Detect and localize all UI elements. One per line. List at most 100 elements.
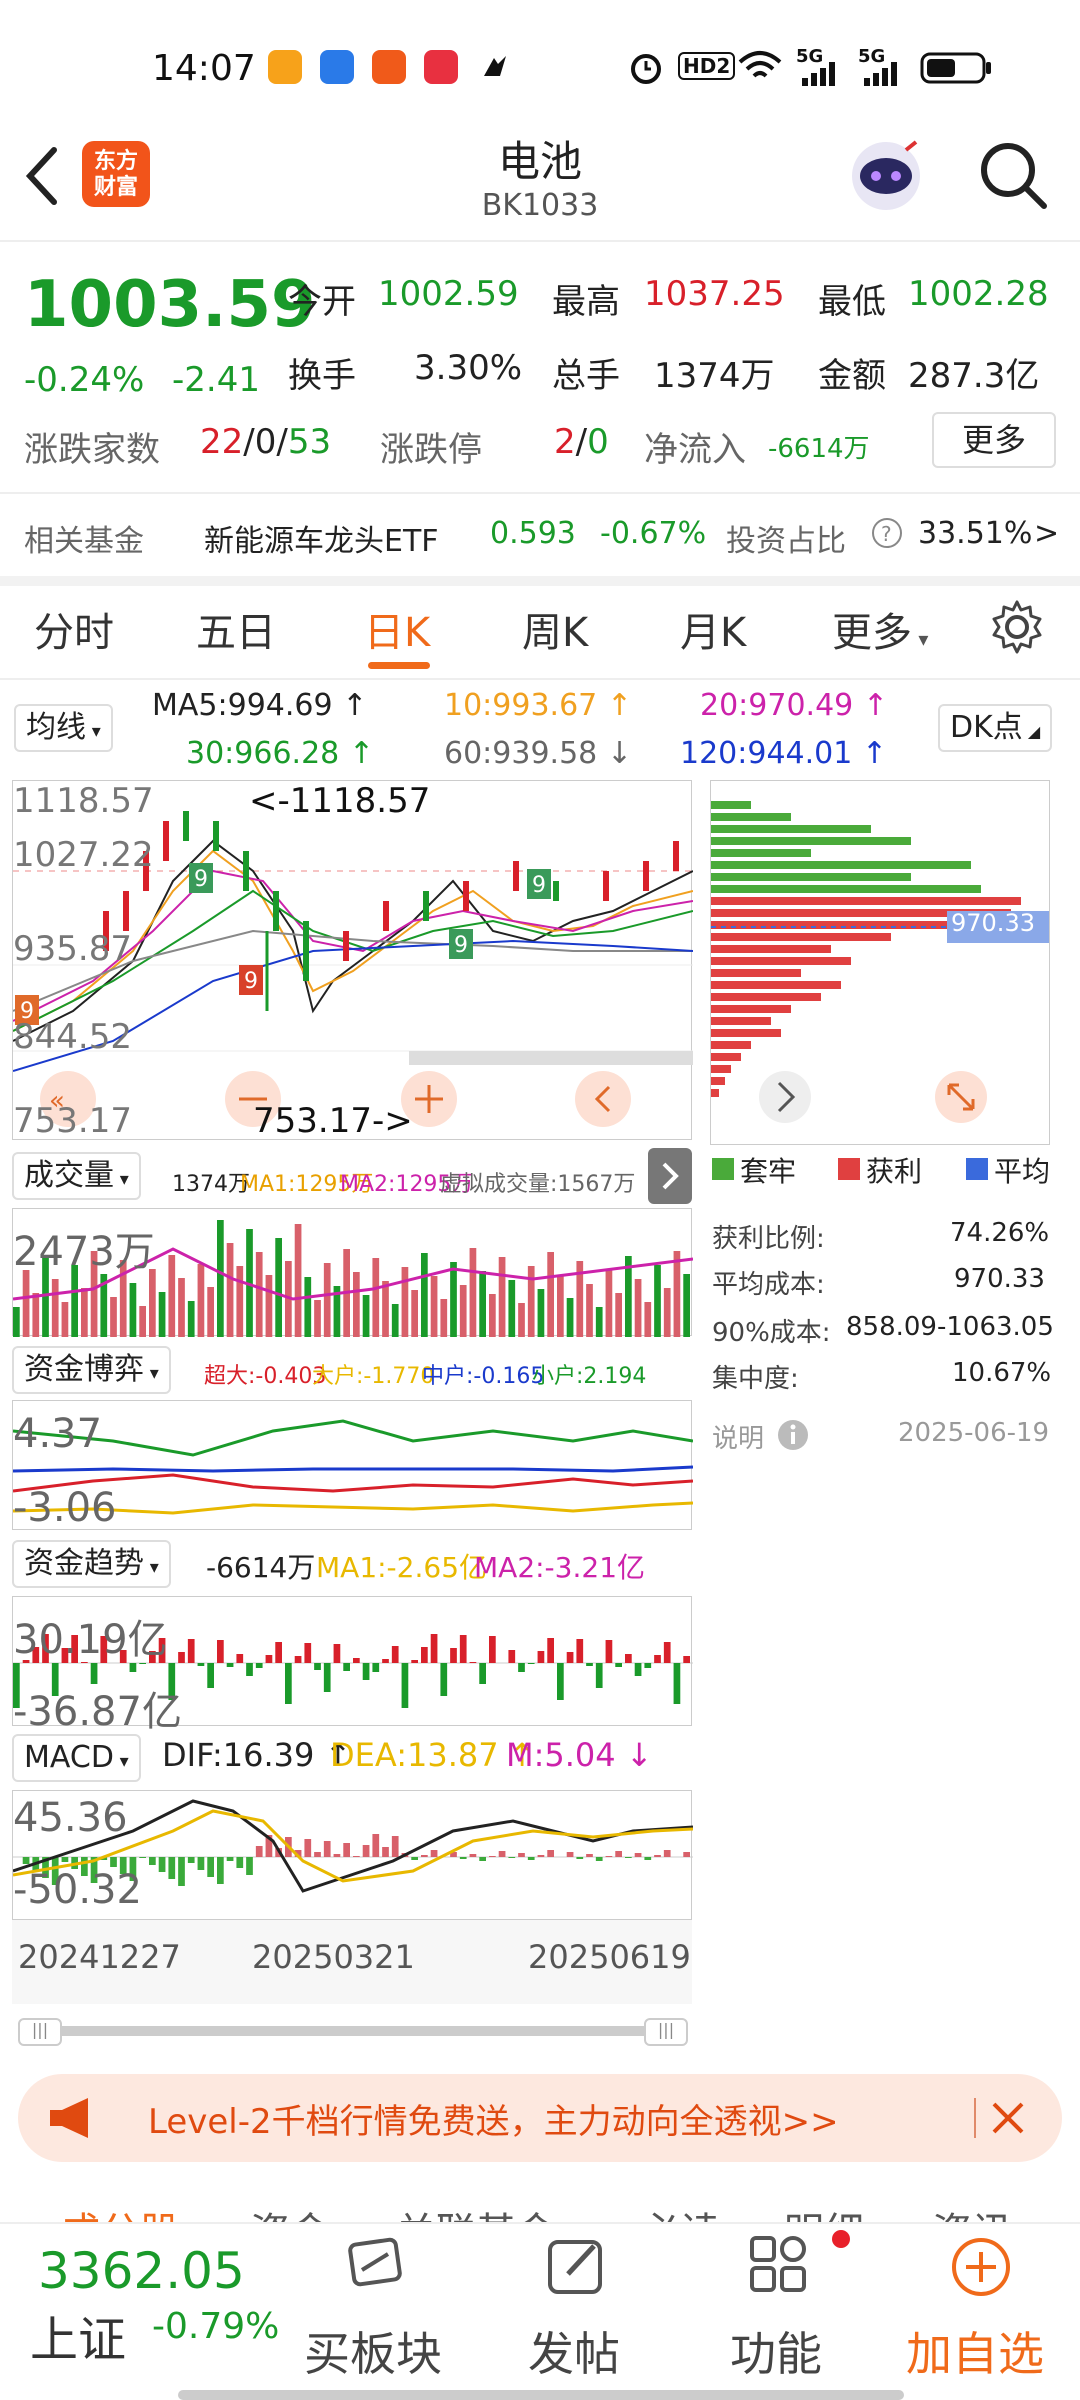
bar xyxy=(518,1663,525,1672)
subtab-news[interactable]: 资讯 xyxy=(932,2200,1012,2224)
investment-ratio: 33.51% xyxy=(918,516,1033,551)
bar xyxy=(527,1663,535,1664)
subtab-must-read[interactable]: 必读 xyxy=(640,2200,720,2224)
bar xyxy=(323,1663,331,1692)
range-slider-track[interactable] xyxy=(18,2026,688,2036)
bar xyxy=(333,1644,341,1663)
bar xyxy=(226,1663,234,1667)
bar xyxy=(683,1852,690,1857)
buy-sector-icon[interactable] xyxy=(340,2232,410,2302)
help-icon[interactable]: ? xyxy=(870,516,904,550)
bar xyxy=(207,1663,214,1688)
add-watchlist-button[interactable]: 加自选 xyxy=(906,2318,1044,2384)
search-icon[interactable] xyxy=(976,138,1050,212)
capital-trend-value: -6614万 xyxy=(206,1551,316,1584)
tab-five-day[interactable]: 五日 xyxy=(196,600,276,658)
capital-super: 超大:-0.403 xyxy=(204,1364,327,1389)
index-value[interactable]: 3362.05 xyxy=(38,2242,245,2300)
fund-name[interactable]: 新能源车龙头ETF xyxy=(204,516,439,560)
bar xyxy=(421,1855,428,1857)
app-notification-icon xyxy=(478,50,512,84)
post-button[interactable]: 发帖 xyxy=(528,2318,620,2384)
capital-game-chart[interactable]: 4.37 -3.06 xyxy=(12,1400,694,1531)
fund-price: 0.593 xyxy=(490,516,576,551)
bar xyxy=(576,1639,584,1663)
chip-distribution-panel[interactable]: 970.33 xyxy=(710,780,1050,1145)
subtab-detail[interactable]: 明细 xyxy=(784,2200,864,2224)
tab-daily-k[interactable]: 日K xyxy=(364,600,430,658)
dk-point-button[interactable]: DK点 ◢ xyxy=(938,704,1053,752)
close-icon[interactable] xyxy=(988,2098,1028,2138)
capital-trend-y-top: 30.19亿 xyxy=(13,1617,168,1663)
ma60-value: 60:939.58 ↓ xyxy=(444,736,632,771)
y-label-1: 1118.57 xyxy=(13,781,154,821)
expand-panel-button[interactable] xyxy=(648,1148,692,1204)
bar xyxy=(401,1663,409,1708)
tab-intraday[interactable]: 分时 xyxy=(34,600,114,658)
bar xyxy=(644,1857,652,1860)
subtab-capital[interactable]: 资金 xyxy=(250,2200,330,2224)
open-value: 1002.59 xyxy=(378,274,519,314)
robot-assistant-icon[interactable] xyxy=(846,136,926,216)
capital-game-selector-dropdown[interactable]: 资金博弈 ▾ xyxy=(12,1346,171,1394)
active-tab-indicator xyxy=(368,662,430,669)
range-slider-right-handle[interactable]: ||| xyxy=(644,2018,688,2046)
bar xyxy=(391,1646,399,1663)
more-button[interactable]: 更多 xyxy=(932,412,1056,468)
status-bar: 14:07 HD2 5G 5G xyxy=(0,0,1080,135)
chip-date: 2025-06-19 xyxy=(898,1418,1050,1448)
limit-label: 涨跌停 xyxy=(380,430,482,470)
legend-avg: 平均 xyxy=(994,1155,1051,1188)
bar xyxy=(440,1663,448,1696)
post-icon[interactable] xyxy=(542,2232,612,2302)
macd-chart[interactable]: 45.36 -50.32 xyxy=(12,1790,694,1920)
macd-selector-dropdown[interactable]: MACD ▾ xyxy=(12,1734,141,1782)
note-label[interactable]: 说明 xyxy=(712,1418,764,1455)
macd-y-top: 45.36 xyxy=(13,1795,128,1841)
tab-monthly-k[interactable]: 月K xyxy=(680,600,746,658)
function-button[interactable]: 功能 xyxy=(730,2318,822,2384)
bar xyxy=(547,1638,554,1663)
ma-selector-dropdown[interactable]: 均线 ▾ xyxy=(14,704,113,752)
bar xyxy=(32,1293,40,1337)
capital-mid: 中户:-0.165 xyxy=(422,1364,545,1389)
bar xyxy=(430,1634,438,1663)
subtab-related-funds[interactable]: 关联基金 xyxy=(396,2200,556,2224)
capital-trend-chart[interactable]: 30.19亿 -36.87亿 xyxy=(12,1596,693,1735)
add-watchlist-icon[interactable] xyxy=(946,2232,1016,2302)
signal-icon xyxy=(802,62,835,86)
bar xyxy=(187,1639,195,1663)
bar xyxy=(158,1292,166,1337)
bar xyxy=(22,1270,30,1337)
bar xyxy=(586,1854,593,1857)
bar xyxy=(489,1636,496,1663)
bar xyxy=(595,1307,603,1337)
function-icon[interactable] xyxy=(744,2232,814,2302)
promo-banner-text[interactable]: Level-2千档行情免费送，主力动向全透视>> xyxy=(148,2094,839,2143)
tab-weekly-k[interactable]: 周K xyxy=(522,600,588,658)
volume-selector-dropdown[interactable]: 成交量 ▾ xyxy=(12,1152,141,1200)
bar xyxy=(236,1857,244,1868)
legend-trapped-swatch xyxy=(712,1158,734,1180)
banner-divider xyxy=(974,2098,976,2138)
settings-gear-icon[interactable] xyxy=(988,598,1046,656)
bar xyxy=(479,1271,486,1337)
buy-sector-button[interactable]: 买板块 xyxy=(304,2318,442,2384)
index-name[interactable]: 上证 xyxy=(30,2300,126,2370)
bar xyxy=(255,1252,263,1337)
fund-arrow-icon[interactable]: > xyxy=(1034,516,1059,551)
kline-chart[interactable]: 9 9 9 9 9 « 1118.57 1027.22 935.87 844.5… xyxy=(12,780,693,1141)
info-icon[interactable] xyxy=(776,1418,810,1452)
capital-trend-selector-dropdown[interactable]: 资金趋势 ▾ xyxy=(12,1540,171,1588)
high-value: 1037.25 xyxy=(644,274,785,314)
bar xyxy=(236,1266,244,1337)
bar xyxy=(139,1306,146,1337)
concentration: 10.67% xyxy=(952,1358,1052,1388)
bar xyxy=(178,1278,185,1337)
tab-more[interactable]: 更多 ▾ xyxy=(832,600,928,658)
ma30-value: 30:966.28 ↑ xyxy=(186,736,374,771)
subtab-constituents[interactable]: 成分股 xyxy=(60,2200,180,2224)
sub-tabs[interactable]: 成分股 资金 关联基金 必读 明细 资讯 xyxy=(0,2200,1080,2224)
range-slider-left-handle[interactable]: ||| xyxy=(18,2018,62,2046)
volume-chart[interactable]: 2473万 xyxy=(12,1208,694,1337)
